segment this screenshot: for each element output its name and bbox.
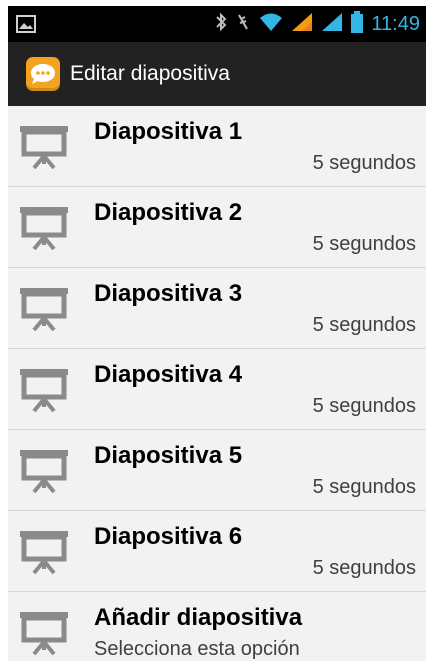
- slide-duration: 5 segundos: [312, 557, 416, 579]
- presentation-icon: [18, 286, 70, 332]
- speech-bubble-icon[interactable]: [26, 57, 60, 91]
- list-item[interactable]: Diapositiva 6 5 segundos: [8, 511, 426, 592]
- action-bar: Editar diapositiva: [8, 42, 426, 106]
- slide-title: Diapositiva 2: [94, 199, 243, 226]
- battery-icon: [351, 10, 364, 38]
- page-title: Editar diapositiva: [70, 62, 230, 85]
- presentation-icon: [18, 205, 70, 251]
- slide-title: Diapositiva 6: [94, 523, 243, 550]
- add-slide-item[interactable]: Añadir diapositiva Selecciona esta opció…: [8, 592, 426, 661]
- presentation-icon: [18, 448, 70, 494]
- slide-duration: 5 segundos: [312, 152, 416, 174]
- slide-duration: 5 segundos: [312, 395, 416, 417]
- list-item[interactable]: Diapositiva 4 5 segundos: [8, 349, 426, 430]
- presentation-icon: [18, 367, 70, 413]
- list-item[interactable]: Diapositiva 1 5 segundos: [8, 106, 426, 187]
- vibrate-icon: [235, 12, 251, 37]
- wifi-icon: [259, 12, 283, 37]
- slide-title: Diapositiva 4: [94, 361, 243, 388]
- add-slide-subtitle: Selecciona esta opción: [94, 638, 300, 660]
- add-slide-title: Añadir diapositiva: [94, 604, 303, 631]
- slide-title: Diapositiva 5: [94, 442, 243, 469]
- slide-title: Diapositiva 1: [94, 118, 243, 145]
- signal-icon: [321, 12, 343, 37]
- presentation-icon: [18, 529, 70, 575]
- list-item[interactable]: Diapositiva 5 5 segundos: [8, 430, 426, 511]
- slide-duration: 5 segundos: [312, 233, 416, 255]
- clock: 11:49: [371, 12, 420, 35]
- status-bar: 11:49: [8, 6, 426, 42]
- slide-duration: 5 segundos: [312, 476, 416, 498]
- slide-list: Diapositiva 1 5 segundos Diapositiva 2 5…: [8, 106, 426, 661]
- list-item[interactable]: Diapositiva 2 5 segundos: [8, 187, 426, 268]
- image-notification-icon: [16, 15, 36, 38]
- list-item[interactable]: Diapositiva 3 5 segundos: [8, 268, 426, 349]
- screen: 11:49 Editar diapositiva Diapositiva 1 5…: [8, 6, 426, 661]
- bluetooth-icon: [215, 12, 227, 37]
- presentation-icon: [18, 124, 70, 170]
- slide-title: Diapositiva 3: [94, 280, 243, 307]
- slide-duration: 5 segundos: [312, 314, 416, 336]
- signal-icon: [291, 12, 313, 37]
- presentation-icon: [18, 610, 70, 656]
